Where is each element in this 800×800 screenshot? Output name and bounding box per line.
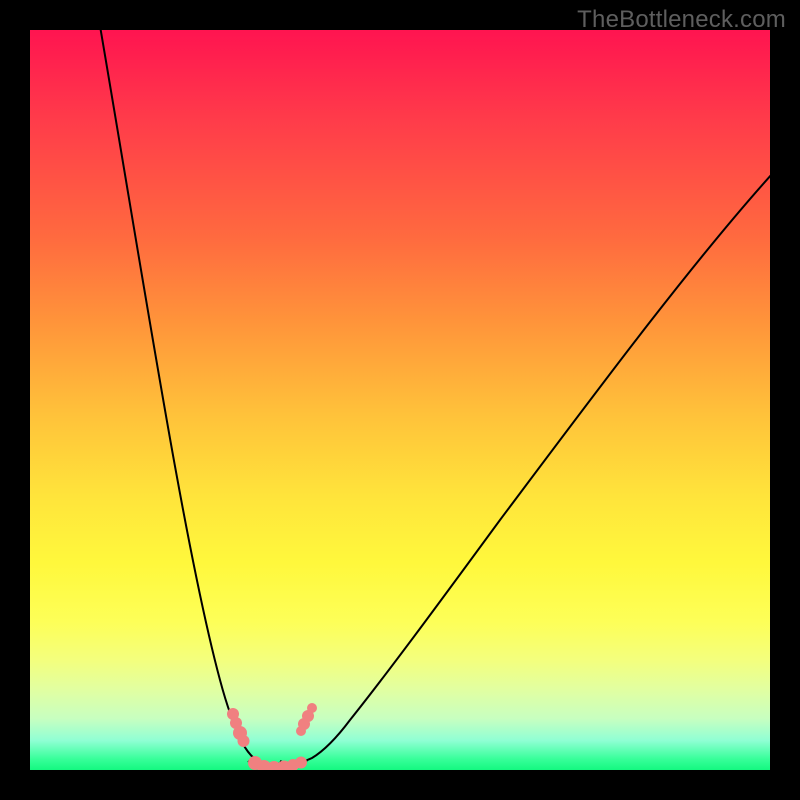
series-left-curve (99, 30, 282, 765)
chart-markers-group (227, 703, 317, 770)
marker-left-top (238, 735, 250, 747)
chart-series-group (99, 30, 770, 768)
marker-bottom (295, 757, 307, 769)
watermark-text: TheBottleneck.com (577, 6, 786, 34)
series-right-curve (280, 174, 770, 763)
chart-svg (30, 30, 770, 770)
chart-plot-area (30, 30, 770, 770)
marker-right-top (296, 726, 306, 736)
